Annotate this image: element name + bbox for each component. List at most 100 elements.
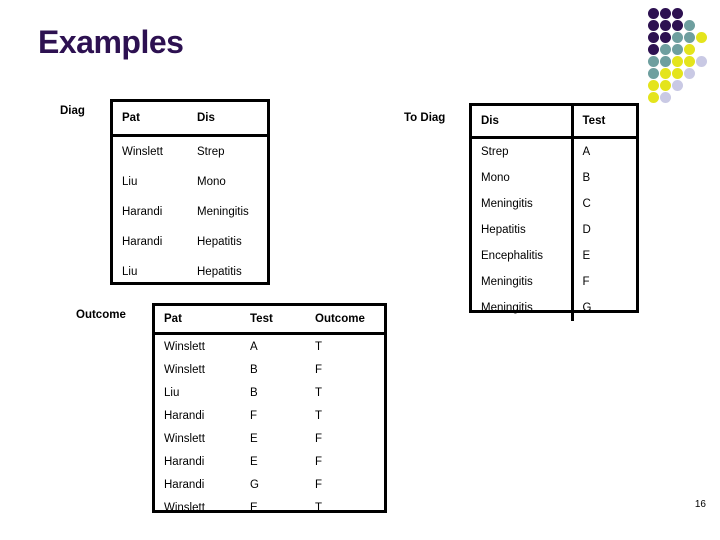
column-header: Pat	[155, 306, 241, 335]
cell-test: B	[250, 363, 258, 376]
decorative-dot	[672, 44, 683, 55]
table-row: Encephalitis E	[472, 243, 636, 269]
cell-dis: Mono	[481, 172, 510, 184]
column-header: Dis	[188, 102, 267, 137]
decorative-dot	[684, 56, 695, 67]
table-row: Meningitis C	[472, 191, 636, 217]
decorative-dot	[684, 32, 695, 43]
decorative-dot	[660, 8, 671, 19]
decorative-dot	[648, 68, 659, 79]
cell-outcome: T	[315, 386, 323, 399]
table-row: Winslett A T	[155, 334, 384, 359]
table-row: Strep A	[472, 137, 636, 165]
cell-pat: Liu	[122, 176, 138, 188]
cell-pat: Harandi	[164, 455, 205, 468]
page-title: Examples	[38, 24, 184, 60]
table-row: Meningitis G	[472, 295, 636, 321]
decorative-dot	[648, 44, 659, 55]
table-label-to-diag: To Diag	[404, 112, 446, 124]
decorative-dot-grid	[648, 8, 716, 103]
decorative-dot	[648, 20, 659, 31]
cell-dis: Strep	[197, 146, 225, 158]
table-row: Harandi E F	[155, 450, 384, 473]
column-header: Dis	[472, 106, 572, 139]
page-number: 16	[694, 499, 706, 510]
cell-dis: Mono	[197, 176, 226, 188]
table-row: Winslett E T	[155, 496, 384, 519]
table-row: Harandi Hepatitis	[113, 227, 267, 257]
cell-test: B	[570, 165, 636, 191]
decorative-dot	[684, 44, 695, 55]
decorative-dot	[684, 20, 695, 31]
decorative-dot	[648, 56, 659, 67]
table-row: Winslett B F	[155, 358, 384, 381]
cell-dis: Encephalitis	[481, 250, 544, 262]
table-label-diag: Diag	[60, 105, 85, 117]
cell-pat: Liu	[122, 266, 138, 278]
column-header: Pat	[113, 102, 188, 137]
table-body: Strep A Mono B Meningitis C Hepatitis D …	[472, 137, 636, 321]
cell-outcome: F	[315, 455, 323, 468]
decorative-dot	[672, 68, 683, 79]
cell-test: A	[250, 340, 258, 353]
table-diag: Pat Dis Winslett Strep Liu Mono Harandi …	[110, 99, 270, 285]
table-row: Liu B T	[155, 381, 384, 404]
cell-pat: Harandi	[122, 236, 163, 248]
cell-outcome: F	[315, 478, 323, 491]
table-to-diag-grid: Dis Test Strep A Mono B Meningitis C Hep…	[472, 106, 636, 321]
table-header-row: Pat Test Outcome	[155, 306, 384, 335]
cell-outcome: T	[315, 409, 323, 422]
cell-pat: Winslett	[164, 501, 205, 514]
cell-outcome: T	[315, 340, 323, 353]
cell-dis: Hepatitis	[481, 224, 526, 236]
cell-pat: Harandi	[122, 206, 163, 218]
table-row: Hepatitis D	[472, 217, 636, 243]
decorative-dot	[660, 68, 671, 79]
cell-pat: Harandi	[164, 478, 205, 491]
cell-test: D	[570, 217, 636, 243]
decorative-dot	[672, 80, 683, 91]
decorative-dot	[672, 56, 683, 67]
decorative-dot	[660, 20, 671, 31]
cell-pat: Winslett	[164, 432, 205, 445]
cell-test: A	[570, 137, 636, 165]
cell-pat: Winslett	[164, 340, 205, 353]
cell-test: F	[250, 409, 258, 422]
decorative-dot	[660, 44, 671, 55]
cell-test: F	[570, 269, 636, 295]
cell-test: G	[250, 478, 259, 491]
table-body: Winslett Strep Liu Mono Harandi Meningit…	[113, 136, 267, 288]
decorative-dot	[660, 80, 671, 91]
cell-outcome: T	[315, 501, 323, 514]
table-outcome-grid: Pat Test Outcome Winslett A T Winslett B…	[155, 306, 384, 519]
column-header: Outcome	[306, 306, 384, 335]
table-row: Liu Hepatitis	[113, 257, 267, 287]
decorative-dot	[648, 32, 659, 43]
decorative-dot	[684, 68, 695, 79]
table-header-row: Pat Dis	[113, 102, 267, 137]
table-to-diag: Dis Test Strep A Mono B Meningitis C Hep…	[469, 103, 639, 321]
decorative-dot	[660, 92, 671, 103]
decorative-dot	[672, 32, 683, 43]
table-row: Harandi G F	[155, 473, 384, 496]
table-row: Mono B	[472, 165, 636, 191]
cell-test: E	[250, 501, 258, 514]
decorative-dot	[660, 32, 671, 43]
cell-dis: Hepatitis	[197, 236, 242, 248]
decorative-dot	[672, 20, 683, 31]
cell-pat: Winslett	[164, 363, 205, 376]
decorative-dot	[696, 32, 707, 43]
cell-dis: Meningitis	[481, 276, 533, 288]
cell-dis: Meningitis	[481, 198, 533, 210]
column-header: Test	[570, 106, 636, 139]
cell-test: E	[250, 432, 258, 445]
cell-outcome: F	[315, 432, 323, 445]
cell-pat: Winslett	[122, 146, 163, 158]
table-label-outcome: Outcome	[76, 309, 126, 321]
cell-test: G	[570, 295, 636, 321]
cell-test: C	[570, 191, 636, 217]
cell-outcome: F	[315, 363, 323, 376]
column-header: Test	[241, 306, 306, 335]
table-diag-grid: Pat Dis Winslett Strep Liu Mono Harandi …	[113, 102, 267, 287]
cell-pat: Harandi	[164, 409, 205, 422]
